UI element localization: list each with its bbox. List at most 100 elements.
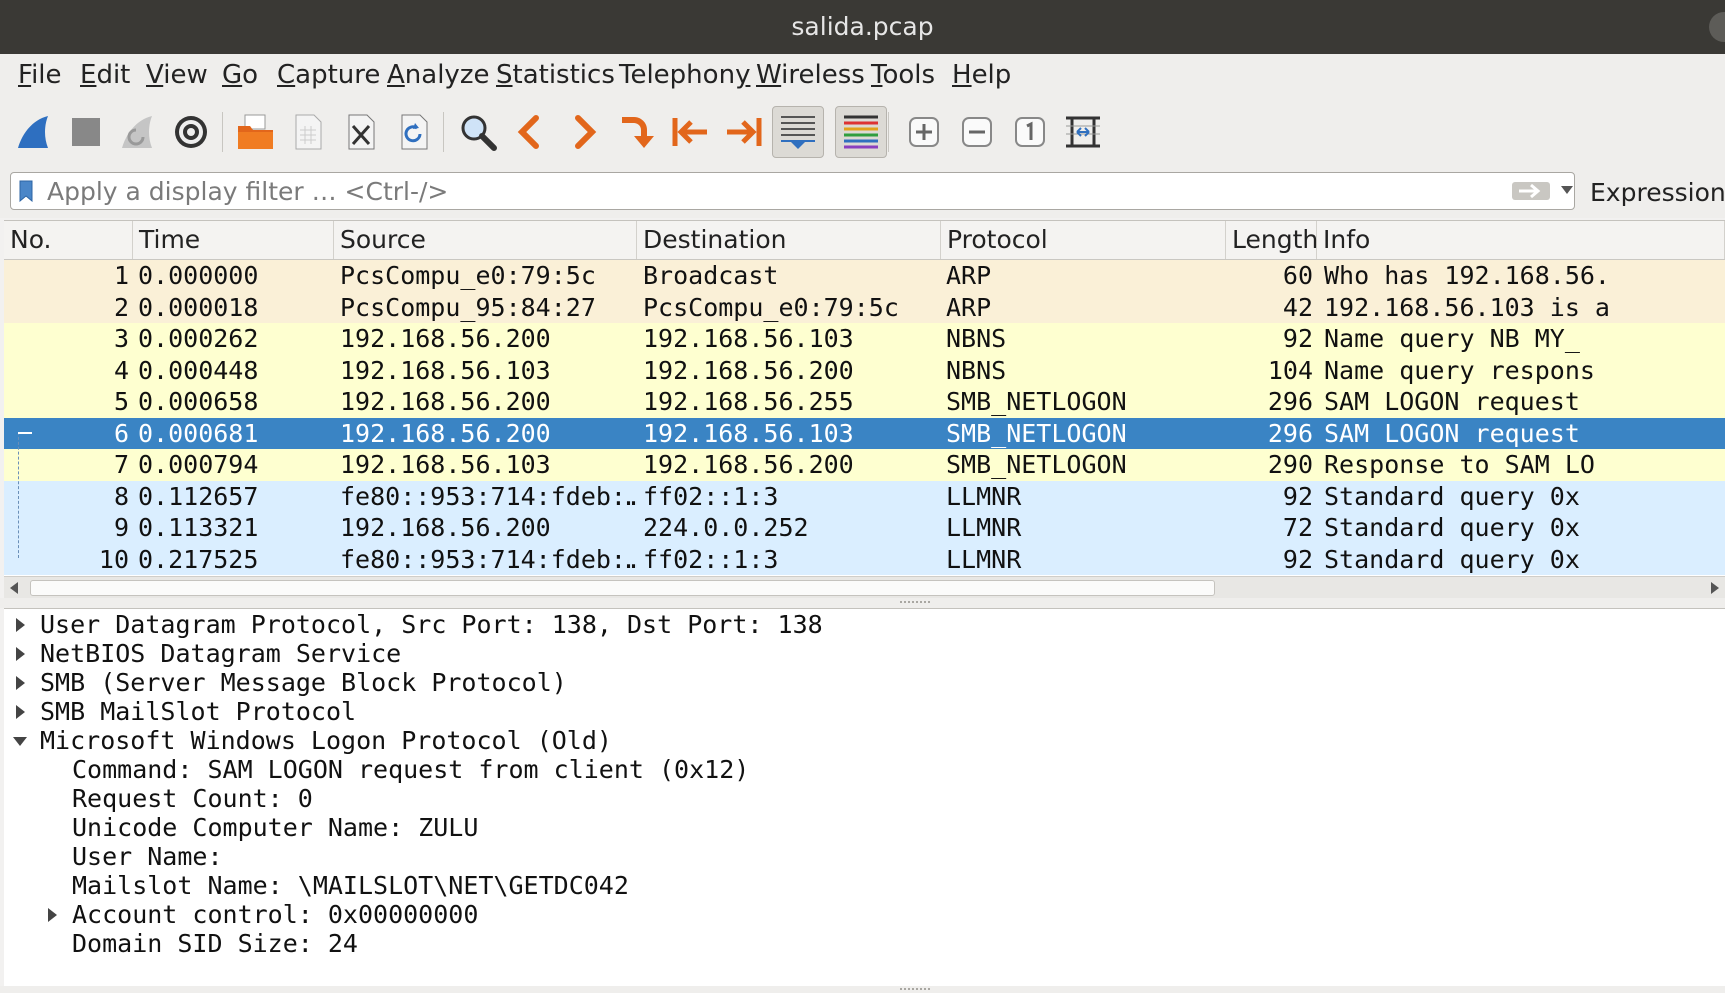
menu-help[interactable]: Help [952,58,1011,92]
zoom-out-icon[interactable] [951,106,1003,158]
column-header-info[interactable]: Info [1317,221,1725,259]
next-packet-icon[interactable] [558,106,610,158]
packet-row[interactable]: 7 0.000794 192.168.56.103 192.168.56.200 SMB… [4,449,1725,481]
wireshark-window: salida.pcap File Edit View Go Capture Analyze… [0,0,1725,993]
detail-tree-item[interactable]: Unicode Computer Name: ZULU [4,812,1725,844]
collapsed-chevron-right-icon[interactable] [12,638,28,670]
shark-fin-start-icon[interactable] [8,106,60,158]
packet-time-cell: 0.217525 [138,544,259,574]
packet-time-cell: 0.112657 [138,481,259,511]
packet-row[interactable]: 5 0.000658 192.168.56.200 192.168.56.255 SMB… [4,386,1725,418]
zoom-in-icon[interactable] [898,106,950,158]
packet-row[interactable]: 3 0.000262 192.168.56.200 192.168.56.103 NBN… [4,323,1725,355]
packet-no-cell: 9 [113,513,129,542]
collapsed-chevron-right-icon[interactable] [44,899,60,931]
menu-capture[interactable]: Capture [277,58,380,92]
detail-tree-item[interactable]: Mailslot Name: \MAILSLOT\NET\GETDC042 [4,870,1725,902]
stop-icon[interactable] [60,106,112,158]
packet-source-cell: PcsCompu_e0:79:5c [340,261,596,290]
column-header-time[interactable]: Time [133,221,334,259]
menu-edit[interactable]: Edit [80,58,130,92]
collapsed-chevron-right-icon[interactable] [12,667,28,699]
menu-telephony[interactable]: Telephony [619,58,750,92]
detail-tree-item-label: Microsoft Windows Logon Protocol (Old) [40,726,612,755]
splitter-grip [900,601,930,605]
scroll-right-icon[interactable] [1711,582,1719,594]
detail-tree-item[interactable]: NetBIOS Datagram Service [4,638,1725,670]
bookmark-icon[interactable] [19,180,33,202]
find-packet-search-icon[interactable] [452,106,504,158]
column-header-length[interactable]: Length [1226,221,1318,259]
autoscroll-icon[interactable] [772,106,824,158]
menu-tools[interactable]: Tools [871,58,935,92]
packet-info-cell: Who has 192.168.56. [1324,261,1610,290]
packet-source-cell: 192.168.56.200 [340,418,551,448]
open-file-icon[interactable] [230,106,282,158]
detail-tree-item[interactable]: Request Count: 0 [4,783,1725,815]
detail-tree-item-label: Unicode Computer Name: ZULU [72,813,479,842]
go-to-packet-icon[interactable] [610,106,662,158]
last-packet-icon[interactable] [718,106,770,158]
packet-protocol-cell: SMB_NETLOGON [946,418,1127,448]
normal-size-icon[interactable] [1004,106,1056,158]
apply-filter-arrow-icon[interactable] [1511,181,1551,201]
related-packets-indicator [18,431,19,558]
detail-tree-item[interactable]: User Datagram Protocol, Src Port: 138, D… [4,609,1725,641]
first-packet-icon[interactable] [664,106,716,158]
detail-tree-item[interactable]: User Name: [4,841,1725,873]
packet-source-cell: 192.168.56.200 [340,513,551,542]
save-file-icon[interactable] [282,106,334,158]
title-bar: salida.pcap [0,0,1725,54]
menu-statistics[interactable]: Statistics [496,58,615,92]
packet-source-cell: 192.168.56.103 [340,450,551,479]
packet-no-cell: 4 [113,355,129,385]
detail-tree-item[interactable]: Command: SAM LOGON request from client (… [4,754,1725,786]
menu-view[interactable]: View [146,58,208,92]
packet-list-horizontal-scrollbar[interactable] [4,576,1725,599]
filter-history-chevron-down-icon[interactable] [1561,186,1573,194]
previous-packet-icon[interactable] [504,106,556,158]
scrollbar-thumb[interactable] [30,580,1215,596]
expression-button[interactable]: Expression… [1590,176,1725,210]
packet-row[interactable]: 9 0.113321 192.168.56.200 224.0.0.252 LLMNR 7… [4,512,1725,544]
column-header-protocol[interactable]: Protocol [941,221,1226,259]
menu-wireless[interactable]: Wireless [756,58,865,92]
packet-destination-cell: PcsCompu_e0:79:5c [643,292,899,322]
collapsed-chevron-right-icon[interactable] [12,609,28,641]
splitter-grip [900,988,930,992]
packet-row[interactable]: 10 0.217525 fe80::953:714:fdeb:… ff02::1:3 L… [4,543,1725,575]
resize-columns-icon[interactable] [1057,106,1109,158]
packet-no-cell: 3 [113,324,129,353]
column-header-destination[interactable]: Destination [637,221,941,259]
collapsed-chevron-right-icon[interactable] [12,696,28,728]
scroll-left-icon[interactable] [10,582,18,594]
menu-analyze[interactable]: Analyze [387,58,489,92]
expanded-chevron-down-icon[interactable] [12,725,28,757]
menu-go[interactable]: Go [222,58,258,92]
pane-splitter[interactable] [0,598,1725,608]
packet-row[interactable]: 8 0.112657 fe80::953:714:fdeb:… ff02::1:3 LL… [4,480,1725,512]
column-header-no[interactable]: No. [4,221,133,259]
colorize-icon[interactable] [835,106,887,158]
packet-row[interactable]: 2 0.000018 PcsCompu_95:84:27 PcsCompu_e0:79… [4,291,1725,323]
detail-tree-item[interactable]: Account control: 0x00000000 [4,899,1725,931]
packet-row[interactable]: 4 0.000448 192.168.56.103 192.168.56.200 NBN… [4,354,1725,386]
detail-tree-item[interactable]: Microsoft Windows Logon Protocol (Old) [4,725,1725,757]
restart-icon[interactable] [112,106,164,158]
column-header-source[interactable]: Source [334,221,637,259]
packet-source-cell: 192.168.56.200 [340,387,551,416]
capture-options-gear-icon[interactable] [165,106,217,158]
detail-tree-item[interactable]: Domain SID Size: 24 [4,928,1725,960]
packet-destination-cell: ff02::1:3 [643,544,779,574]
detail-tree-item[interactable]: SMB MailSlot Protocol [4,696,1725,728]
detail-tree-item[interactable]: SMB (Server Message Block Protocol) [4,667,1725,699]
packet-source-cell: 192.168.56.200 [340,324,551,353]
menu-file[interactable]: File [18,58,62,92]
packet-row[interactable]: 6 0.000681 192.168.56.200 192.168.56.103 SMB… [4,417,1725,449]
packet-row[interactable]: 1 0.000000 PcsCompu_e0:79:5c Broadcast ARP 60… [4,260,1725,292]
close-file-icon[interactable] [335,106,387,158]
bottom-pane-splitter[interactable] [0,986,1725,993]
display-filter-input[interactable] [47,175,1447,207]
packet-protocol-cell: LLMNR [946,513,1022,542]
reload-icon[interactable] [388,106,440,158]
